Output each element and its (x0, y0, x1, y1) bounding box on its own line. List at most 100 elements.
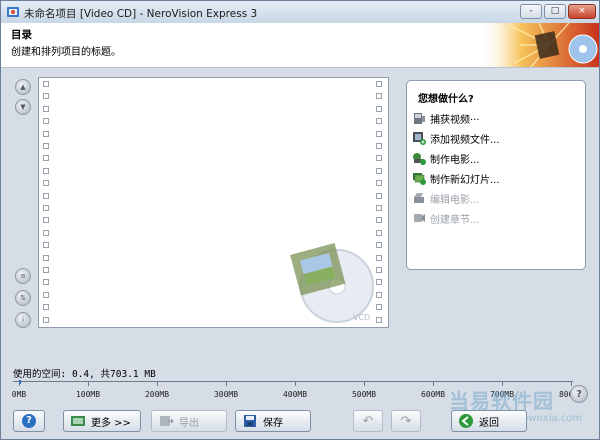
save-button[interactable]: 保存 (235, 410, 311, 432)
move-up-button[interactable]: ▲ (15, 79, 31, 95)
page-subtitle: 创建和排列项目的标题。 (11, 47, 121, 58)
help-button[interactable]: ? (13, 410, 45, 432)
down-arrow-icon: ▼ (20, 103, 26, 111)
edit-movie-action[interactable]: 编辑电影... (412, 189, 480, 207)
film-perforation (376, 316, 382, 323)
make-movie-action[interactable]: 制作电影... (412, 149, 480, 167)
ruler-tick-label: 500MB (351, 390, 377, 399)
film-perforation (376, 229, 382, 236)
film-perforation (376, 93, 382, 100)
more-options-icon (71, 416, 85, 426)
properties-button[interactable]: ≡ (15, 268, 31, 284)
sort-button[interactable]: ⇅ (15, 290, 31, 306)
ruler-tick (433, 381, 434, 386)
export-icon (160, 416, 174, 426)
ruler-tick-label: 400MB (282, 390, 308, 399)
film-perforation (376, 242, 382, 249)
film-perforation (43, 291, 49, 298)
add-video-file-icon (413, 132, 426, 145)
film-perforation (376, 180, 382, 187)
capture-video-action[interactable]: 捕获视频··· (412, 109, 480, 127)
nero-banner-graphic (479, 23, 599, 67)
ruler-line (13, 381, 573, 382)
ruler-tick (88, 381, 89, 386)
film-perforation (43, 316, 49, 323)
film-perforation (376, 205, 382, 211)
info-icon: i (22, 316, 24, 324)
maximize-button[interactable]: □ (544, 4, 566, 19)
minimize-button[interactable]: - (520, 4, 542, 19)
ruler-tick (295, 381, 296, 386)
properties-icon: ≡ (20, 272, 26, 280)
undo-icon: ↶ (362, 413, 374, 429)
disc-usage-text: 使用的空间: 0.4, 共703.1 MB (13, 369, 156, 380)
undo-button[interactable]: ↶ (353, 410, 383, 432)
vcd-badge: VCD (353, 313, 370, 322)
create-chapter-label: 创建章节... (430, 214, 480, 226)
ruler-tick (364, 381, 365, 386)
page-title: 目录 (11, 29, 32, 41)
film-perforation (43, 192, 49, 199)
video-cd-watermark-icon: VCD (290, 243, 374, 323)
film-perforation (43, 279, 49, 286)
page-header: 目录 创建和排列项目的标题。 (1, 23, 599, 68)
sort-icon: ⇅ (20, 294, 26, 302)
help-circle-icon: ? (22, 414, 36, 428)
make-slideshow-action[interactable]: 制作新幻灯片... (412, 169, 500, 187)
more-button[interactable]: 更多 >> (63, 410, 141, 432)
info-button[interactable]: i (15, 312, 31, 328)
create-chapter-action[interactable]: 创建章节... (412, 209, 480, 227)
film-perforation (376, 217, 382, 224)
save-button-label: 保存 (263, 417, 283, 429)
edit-movie-icon (414, 193, 424, 203)
redo-button[interactable]: ↷ (391, 410, 421, 432)
film-perforation (43, 267, 49, 273)
ruler-tick-label: 200MB (144, 390, 170, 399)
film-perforation (43, 105, 49, 112)
film-perforation (376, 254, 382, 261)
film-perforation (376, 267, 382, 273)
film-perforation (43, 180, 49, 187)
film-perforation (376, 105, 382, 112)
minimize-icon: - (529, 6, 533, 16)
film-perforation (376, 167, 382, 174)
capture-video-icon (414, 113, 425, 124)
film-perforation (43, 118, 49, 125)
film-perforation (376, 291, 382, 298)
film-perforation (43, 254, 49, 261)
help-icon: ? (576, 388, 582, 400)
capacity-help-button[interactable]: ? (570, 385, 588, 403)
more-button-label: 更多 >> (91, 417, 131, 429)
maximize-icon: □ (550, 6, 560, 16)
app-window: 未命名项目 [Video CD] - NeroVision Express 3 … (0, 0, 600, 440)
ruler-tick (571, 381, 572, 386)
export-button[interactable]: 导出 (151, 410, 227, 432)
film-perforation (376, 155, 382, 162)
add-video-file-action[interactable]: 添加视频文件... (412, 129, 500, 147)
film-perforation (376, 130, 382, 137)
close-button[interactable]: × (568, 4, 596, 19)
ruler-tick-label: 300MB (213, 390, 239, 399)
film-perforation (43, 155, 49, 162)
film-perforation (43, 304, 49, 311)
actions-panel: 您想做什么? 捕获视频··· 添加视频文件... 制作电影... 制作新幻灯片.… (406, 80, 586, 270)
ruler-tick (226, 381, 227, 386)
film-perforation (376, 192, 382, 199)
move-down-button[interactable]: ▼ (15, 99, 31, 115)
back-button-label: 返回 (479, 417, 499, 429)
window-title: 未命名项目 [Video CD] - NeroVision Express 3 (24, 8, 258, 20)
ruler-tick (157, 381, 158, 386)
title-list-canvas[interactable]: VCD (38, 77, 389, 328)
film-perforation (43, 130, 49, 137)
film-perforation (43, 205, 49, 211)
edit-movie-label: 编辑电影... (430, 194, 480, 206)
film-perforation (376, 279, 382, 286)
back-button[interactable]: 返回 (451, 410, 527, 432)
used-space-marker (19, 380, 21, 384)
up-arrow-icon: ▲ (20, 83, 26, 91)
capture-video-label: 捕获视频··· (430, 114, 480, 126)
title-bar: 未命名项目 [Video CD] - NeroVision Express 3 … (1, 1, 599, 24)
save-disk-icon (244, 415, 256, 427)
film-perforation (43, 81, 49, 87)
panel-title: 您想做什么? (418, 94, 474, 105)
